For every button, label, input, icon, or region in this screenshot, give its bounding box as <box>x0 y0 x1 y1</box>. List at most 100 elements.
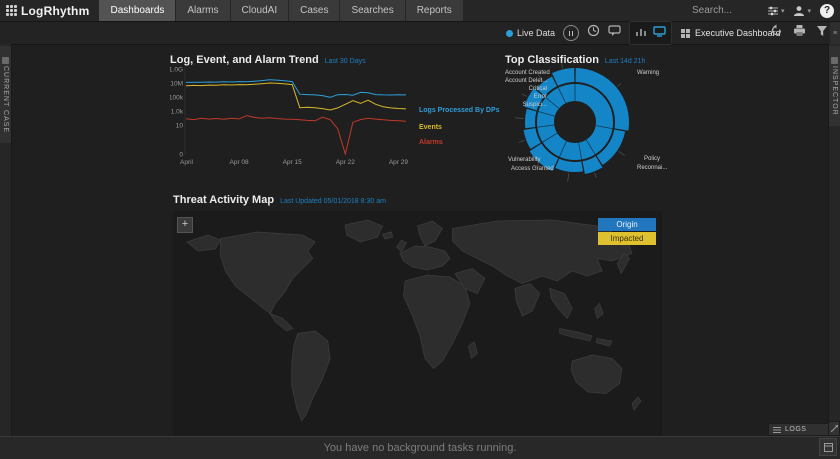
help-icon[interactable]: ? <box>820 4 834 18</box>
logs-expand-button[interactable] <box>828 421 840 436</box>
monitor-view-button[interactable] <box>653 24 666 42</box>
y-axis-tick: 0 <box>179 152 183 159</box>
y-axis-tick: 10 <box>176 123 184 130</box>
top-bar: LogRhythm Dashboards Alarms CloudAI Case… <box>0 0 840 22</box>
trend-series-2 <box>186 116 406 154</box>
donut-segment-6[interactable] <box>525 109 536 128</box>
x-axis-tick: Apr 08 <box>230 159 250 166</box>
series-label-logs[interactable]: Logs Processed By DPs <box>419 107 500 114</box>
tab-cloudai[interactable]: CloudAI <box>231 0 290 21</box>
world-map <box>173 211 662 441</box>
segment-label-reconnaissance[interactable]: Reconnai... <box>637 165 667 171</box>
series-label-events[interactable]: Events <box>419 124 442 131</box>
notifications-button[interactable] <box>608 24 621 42</box>
current-case-tab[interactable]: CURRENT CASE <box>0 46 11 143</box>
segment-label-warning[interactable]: Warning <box>637 70 659 76</box>
legend-impacted-button[interactable]: Impacted <box>598 232 656 245</box>
dashboard-selector[interactable]: Executive Dashboard <box>680 28 781 39</box>
tab-searches[interactable]: Searches <box>340 0 405 21</box>
threat-map-header: Threat Activity MapLast Updated 05/01/20… <box>173 190 662 208</box>
toolbar-center: Live Data <box>506 22 781 44</box>
y-axis-tick: 1.0G <box>170 67 183 74</box>
segment-label-error[interactable]: Error <box>505 94 547 100</box>
map-legend: Origin Impacted <box>598 218 656 245</box>
app-logo: LogRhythm <box>0 0 99 21</box>
topbar-spacer <box>464 0 690 21</box>
user-icon <box>793 5 805 17</box>
tab-alarms[interactable]: Alarms <box>176 0 230 21</box>
case-icon <box>2 57 9 64</box>
print-button[interactable] <box>793 24 806 42</box>
segment-label-account-created[interactable]: Account Created <box>505 70 547 76</box>
logrhythm-dashboard: LogRhythm Dashboards Alarms CloudAI Case… <box>0 0 840 459</box>
inspector-icon <box>831 57 838 64</box>
toolbar-panel-toggle[interactable]: ≡ <box>830 22 840 44</box>
live-data-label: Live Data <box>517 28 555 38</box>
tab-dashboards[interactable]: Dashboards <box>99 0 176 21</box>
classification-chart-panel: Top ClassificationLast 14d 21h Warning P… <box>505 50 677 198</box>
live-dot-icon <box>506 30 513 37</box>
search-input[interactable] <box>690 4 758 17</box>
segment-label-critical[interactable]: Critical <box>505 86 547 92</box>
chart-view-icon <box>635 27 647 37</box>
inspector-label: INSPECTOR <box>831 66 838 116</box>
segment-label-vulnerability[interactable]: Vulnerability <box>508 157 540 163</box>
legend-origin-button[interactable]: Origin <box>598 218 656 231</box>
segment-label-suspicious[interactable]: Suspici... <box>505 102 547 108</box>
chart-view-button[interactable] <box>635 24 647 42</box>
tab-cases[interactable]: Cases <box>289 0 340 21</box>
threat-map-panel: Threat Activity MapLast Updated 05/01/20… <box>173 190 662 436</box>
filter-funnel-icon <box>816 25 828 37</box>
speech-bubble-icon <box>608 25 621 37</box>
tab-reports[interactable]: Reports <box>406 0 464 21</box>
threat-activity-map[interactable]: + Origin Impacted <box>173 211 662 441</box>
dashboard-selector-label: Executive Dashboard <box>695 28 781 38</box>
logs-tab[interactable]: LOGS <box>768 423 830 436</box>
donut-inner-ring <box>546 93 605 152</box>
map-zoom-in-button[interactable]: + <box>177 217 193 233</box>
topbar-right: ▾ ▾ ? <box>690 0 840 21</box>
sliders-icon <box>767 5 779 17</box>
y-axis-tick: 10M <box>170 81 183 88</box>
printer-icon <box>793 24 806 37</box>
filter-button[interactable] <box>816 24 828 42</box>
clock-icon <box>587 24 600 37</box>
view-mode-toggle <box>629 21 672 45</box>
pause-button[interactable] <box>563 25 579 41</box>
console-toggle-button[interactable] <box>819 438 837 456</box>
left-strip: CURRENT CASE <box>0 44 12 437</box>
segment-label-account-deleted[interactable]: Account Delet... <box>505 78 547 84</box>
x-axis-tick: Apr 29 <box>389 159 409 166</box>
status-bar: You have no background tasks running. <box>0 436 840 459</box>
logs-list-icon <box>773 426 781 434</box>
grid-icon <box>680 28 691 39</box>
donut-segment-9[interactable] <box>552 68 574 86</box>
undo-icon <box>770 24 783 37</box>
x-axis-tick: April <box>180 159 194 166</box>
x-axis-tick: Apr 15 <box>283 159 303 166</box>
expand-icon <box>831 425 838 432</box>
main-nav: Dashboards Alarms CloudAI Cases Searches… <box>99 0 463 21</box>
toolbar-right <box>770 22 828 44</box>
settings-menu-button[interactable]: ▾ <box>767 5 785 17</box>
series-label-alarms[interactable]: Alarms <box>419 139 443 146</box>
live-data-indicator: Live Data <box>506 28 555 38</box>
history-button[interactable] <box>587 24 600 42</box>
dashboard-toolbar: Live Data <box>0 22 840 45</box>
right-strip: INSPECTOR <box>828 44 840 437</box>
trend-chart[interactable]: 1.0G10M100k1.0k100AprilApr 08Apr 15Apr 2… <box>170 63 420 188</box>
segment-label-access-granted[interactable]: Access Granted <box>511 166 554 172</box>
donut-segment-3[interactable] <box>555 159 583 172</box>
y-axis-tick: 1.0k <box>171 109 184 116</box>
threat-map-title: Threat Activity Map <box>173 194 274 206</box>
monitor-icon <box>653 26 666 37</box>
refresh-button[interactable] <box>770 24 783 42</box>
logo-text: LogRhythm <box>21 4 89 18</box>
x-axis-tick: Apr 22 <box>336 159 356 166</box>
trend-chart-panel: Log, Event, and Alarm TrendLast 30 Days … <box>170 50 472 188</box>
inspector-tab[interactable]: INSPECTOR <box>829 46 840 126</box>
segment-label-policy[interactable]: Policy <box>644 156 660 162</box>
user-menu-button[interactable]: ▾ <box>793 5 811 17</box>
logo-dots-icon <box>6 5 17 16</box>
chevron-down-icon: ▾ <box>781 7 785 15</box>
